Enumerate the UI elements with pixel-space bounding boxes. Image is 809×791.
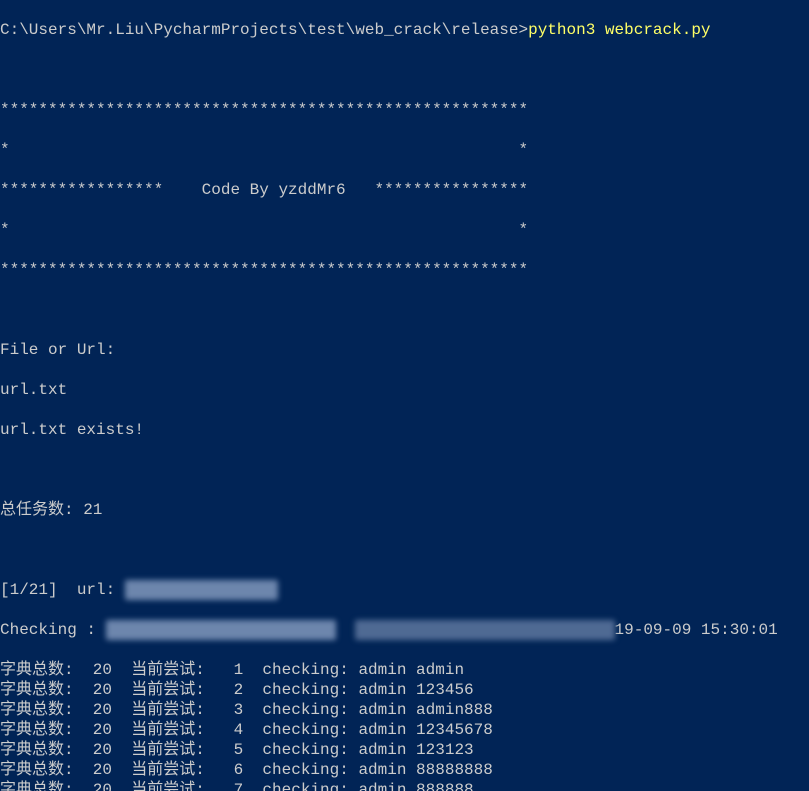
- attempt-line: 字典总数: 20 当前尝试: 7 checking: admin 888888: [0, 780, 809, 791]
- banner-line-1: ****************************************…: [0, 100, 809, 120]
- attempts-list: 字典总数: 20 当前尝试: 1 checking: admin admin字典…: [0, 660, 809, 791]
- file-prompt: File or Url:: [0, 340, 809, 360]
- attempt-line: 字典总数: 20 当前尝试: 3 checking: admin admin88…: [0, 700, 809, 720]
- terminal-output[interactable]: C:\Users\Mr.Liu\PycharmProjects\test\web…: [0, 0, 809, 791]
- current-task-line: [1/21] url: xxxxxxxxxxxxxxxx: [0, 580, 809, 600]
- blank-line: [0, 300, 809, 320]
- current-task-prefix: [1/21] url:: [0, 581, 125, 599]
- blank-line: [0, 540, 809, 560]
- banner-line-3: ***************** Code By yzddMr6 ******…: [0, 180, 809, 200]
- blank-line: [0, 60, 809, 80]
- attempt-line: 字典总数: 20 当前尝试: 2 checking: admin 123456: [0, 680, 809, 700]
- redacted-checking-1: xxxxxxxxxxxxxxxxxxxxxxxx: [106, 620, 336, 640]
- banner-line-2: * *: [0, 140, 809, 160]
- banner-line-4: * *: [0, 220, 809, 240]
- prompt-line: C:\Users\Mr.Liu\PycharmProjects\test\web…: [0, 20, 809, 40]
- attempt-line: 字典总数: 20 当前尝试: 6 checking: admin 8888888…: [0, 760, 809, 780]
- total-tasks: 总任务数: 21: [0, 500, 809, 520]
- attempt-line: 字典总数: 20 当前尝试: 5 checking: admin 123123: [0, 740, 809, 760]
- prompt-path: C:\Users\Mr.Liu\PycharmProjects\test\web…: [0, 21, 528, 39]
- file-name: url.txt: [0, 380, 809, 400]
- timestamp-tail: 19-09-09 15:30:01: [615, 621, 778, 639]
- redacted-checking-2: xxxxxxxxxxxxxxxxxxxxxxxxxxx: [355, 620, 614, 640]
- attempt-line: 字典总数: 20 当前尝试: 4 checking: admin 1234567…: [0, 720, 809, 740]
- banner-line-5: ****************************************…: [0, 260, 809, 280]
- checking-line: Checking : xxxxxxxxxxxxxxxxxxxxxxxx xxxx…: [0, 620, 809, 640]
- file-exists: url.txt exists!: [0, 420, 809, 440]
- checking-prefix: Checking :: [0, 621, 96, 639]
- prompt-command: python3 webcrack.py: [528, 21, 710, 39]
- redacted-url: xxxxxxxxxxxxxxxx: [125, 580, 279, 600]
- attempt-line: 字典总数: 20 当前尝试: 1 checking: admin admin: [0, 660, 809, 680]
- blank-line: [0, 460, 809, 480]
